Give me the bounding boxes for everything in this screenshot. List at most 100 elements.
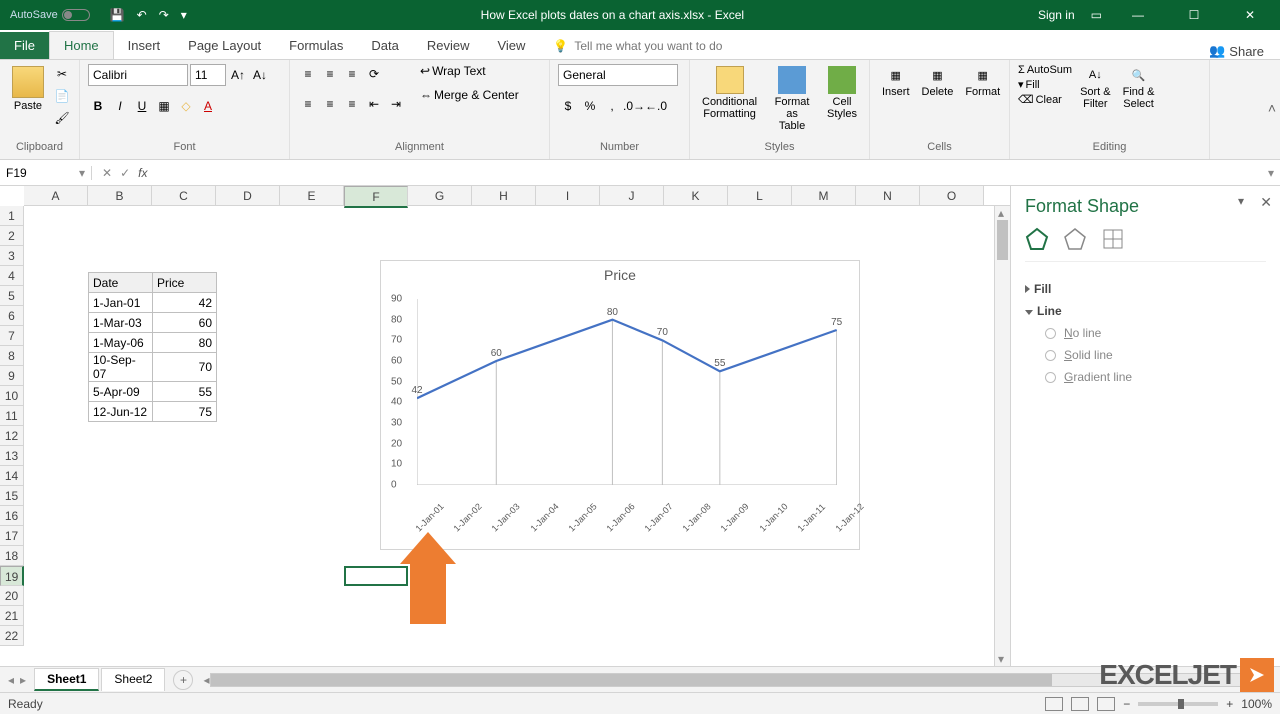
tab-data[interactable]: Data <box>357 32 412 59</box>
name-box-dropdown-icon[interactable]: ▾ <box>79 166 85 180</box>
align-middle-icon[interactable]: ≡ <box>320 64 340 84</box>
effects-tab-icon[interactable] <box>1063 227 1087 251</box>
column-header[interactable]: E <box>280 186 344 205</box>
table-cell[interactable]: 75 <box>153 402 217 422</box>
paste-button[interactable]: Paste <box>8 64 48 114</box>
cancel-formula-icon[interactable]: ✕ <box>102 166 112 180</box>
column-header[interactable]: K <box>664 186 728 205</box>
percent-icon[interactable]: % <box>580 96 600 116</box>
italic-button[interactable]: I <box>110 96 130 116</box>
data-label[interactable]: 70 <box>657 327 668 338</box>
table-cell[interactable]: 70 <box>153 353 217 382</box>
chart-title[interactable]: Price <box>381 261 859 289</box>
tab-home[interactable]: Home <box>49 31 114 59</box>
formula-input[interactable] <box>163 165 1262 180</box>
row-header[interactable]: 8 <box>0 346 24 366</box>
row-header[interactable]: 15 <box>0 486 24 506</box>
font-color-icon[interactable]: A <box>198 96 218 116</box>
chart-line-series[interactable] <box>417 299 837 485</box>
table-cell[interactable]: 5-Apr-09 <box>89 382 153 402</box>
no-line-radio[interactable]: NNo lineo line <box>1025 322 1266 344</box>
fill-line-tab-icon[interactable] <box>1025 227 1049 251</box>
column-header[interactable]: J <box>600 186 664 205</box>
row-header[interactable]: 3 <box>0 246 24 266</box>
chart-plot-area[interactable]: 01020304050607080901-Jan-011-Jan-021-Jan… <box>417 299 839 499</box>
collapse-ribbon-icon[interactable]: ˄ <box>1268 100 1276 116</box>
size-properties-tab-icon[interactable] <box>1101 227 1125 251</box>
row-header[interactable]: 1 <box>0 206 24 226</box>
data-label[interactable]: 60 <box>491 348 502 359</box>
column-header[interactable]: L <box>728 186 792 205</box>
increase-decimal-icon[interactable]: .0→ <box>624 96 644 116</box>
conditional-formatting-button[interactable]: Conditional Formatting <box>698 64 761 122</box>
column-header[interactable]: N <box>856 186 920 205</box>
scroll-thumb[interactable] <box>997 220 1008 260</box>
delete-cells-button[interactable]: ▦Delete <box>918 64 958 100</box>
signin-link[interactable]: Sign in <box>1038 8 1075 22</box>
comma-icon[interactable]: , <box>602 96 622 116</box>
maximize-button[interactable]: ☐ <box>1174 8 1214 22</box>
increase-font-icon[interactable]: A↑ <box>228 65 248 85</box>
data-label[interactable]: 75 <box>831 317 842 328</box>
table-cell[interactable]: 1-Mar-03 <box>89 313 153 333</box>
table-cell[interactable]: 42 <box>153 293 217 313</box>
pane-options-icon[interactable]: ▾ <box>1238 194 1244 208</box>
arrow-shape[interactable] <box>410 532 456 624</box>
table-header-cell[interactable]: Price <box>153 273 217 293</box>
format-painter-icon[interactable]: 🖌 <box>52 108 72 128</box>
table-cell[interactable]: 1-May-06 <box>89 333 153 353</box>
share-button[interactable]: 👥Share <box>1209 43 1280 59</box>
tab-view[interactable]: View <box>483 32 539 59</box>
decrease-decimal-icon[interactable]: ←.0 <box>646 96 666 116</box>
row-header[interactable]: 12 <box>0 426 24 446</box>
redo-icon[interactable]: ↷ <box>159 8 169 22</box>
enter-formula-icon[interactable]: ✓ <box>120 166 130 180</box>
bold-button[interactable]: B <box>88 96 108 116</box>
copy-icon[interactable]: 📄 <box>52 86 72 106</box>
column-header[interactable]: F <box>344 186 408 208</box>
expand-formula-icon[interactable]: ▾ <box>1262 166 1280 180</box>
minimize-button[interactable]: — <box>1118 8 1158 22</box>
find-select-button[interactable]: 🔍Find & Select <box>1119 64 1159 112</box>
sheet-nav-prev-icon[interactable]: ◂ <box>8 673 14 687</box>
wrap-text-button[interactable]: ↩ Wrap Text <box>420 64 519 78</box>
spreadsheet-grid[interactable]: ABCDEFGHIJKLMNO 123456789101112131415161… <box>0 186 1010 666</box>
tab-page-layout[interactable]: Page Layout <box>174 32 275 59</box>
column-header[interactable]: B <box>88 186 152 205</box>
decrease-indent-icon[interactable]: ⇤ <box>364 94 384 114</box>
page-break-view-icon[interactable] <box>1097 697 1115 711</box>
tab-review[interactable]: Review <box>413 32 484 59</box>
gradient-line-radio[interactable]: Gradient line <box>1025 366 1266 388</box>
pane-close-icon[interactable]: ✕ <box>1260 194 1272 211</box>
cut-icon[interactable]: ✂ <box>52 64 72 84</box>
underline-button[interactable]: U <box>132 96 152 116</box>
name-box[interactable]: ▾ <box>0 166 92 180</box>
name-box-input[interactable] <box>6 166 66 180</box>
table-cell[interactable]: 60 <box>153 313 217 333</box>
chart[interactable]: Price 01020304050607080901-Jan-011-Jan-0… <box>380 260 860 550</box>
row-header[interactable]: 2 <box>0 226 24 246</box>
increase-indent-icon[interactable]: ⇥ <box>386 94 406 114</box>
font-size-select[interactable] <box>190 64 226 86</box>
table-cell[interactable]: 12-Jun-12 <box>89 402 153 422</box>
undo-icon[interactable]: ↶ <box>137 8 147 22</box>
page-layout-view-icon[interactable] <box>1071 697 1089 711</box>
sheet-nav-next-icon[interactable]: ▸ <box>20 673 26 687</box>
row-header[interactable]: 22 <box>0 626 24 646</box>
font-name-select[interactable] <box>88 64 188 86</box>
data-label[interactable]: 80 <box>607 306 618 317</box>
zoom-slider[interactable] <box>1138 702 1218 706</box>
row-header[interactable]: 5 <box>0 286 24 306</box>
sort-filter-button[interactable]: A↓Sort & Filter <box>1076 64 1115 112</box>
sheet-tab[interactable]: Sheet2 <box>101 668 165 691</box>
fill-button[interactable]: ▾ Fill <box>1018 78 1072 91</box>
fill-section[interactable]: Fill <box>1025 278 1266 300</box>
autosum-button[interactable]: Σ AutoSum <box>1018 64 1072 76</box>
data-label[interactable]: 55 <box>714 358 725 369</box>
fx-icon[interactable]: fx <box>138 166 153 180</box>
number-format-select[interactable] <box>558 64 678 86</box>
orientation-icon[interactable]: ⟳ <box>364 64 384 84</box>
align-bottom-icon[interactable]: ≡ <box>342 64 362 84</box>
row-header[interactable]: 20 <box>0 586 24 606</box>
align-left-icon[interactable]: ≡ <box>298 94 318 114</box>
